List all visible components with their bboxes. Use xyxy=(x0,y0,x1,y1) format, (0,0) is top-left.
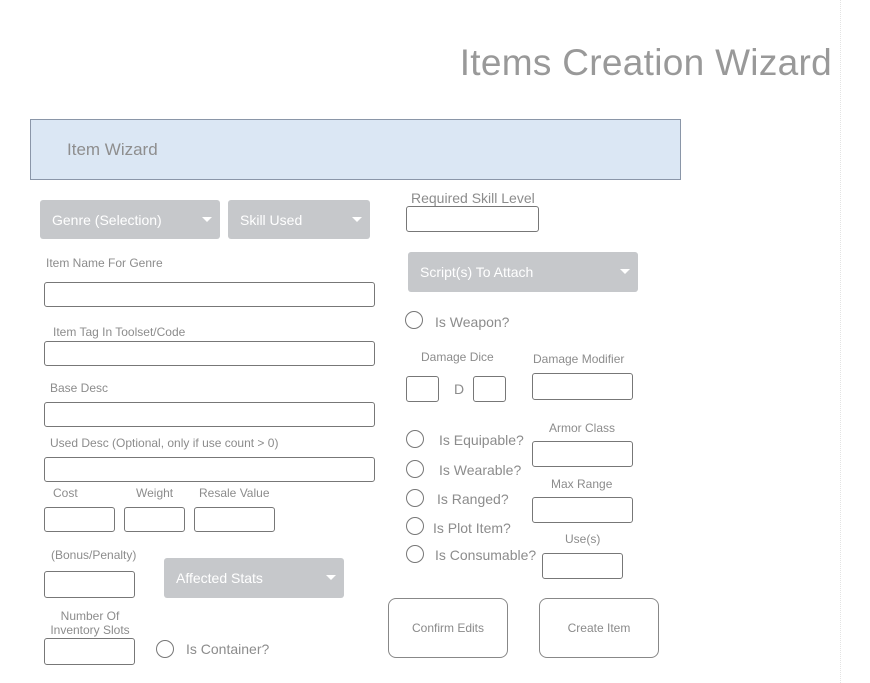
scripts-dropdown[interactable]: Script(s) To Attach xyxy=(408,252,638,292)
chevron-down-icon xyxy=(620,269,630,274)
is-equipable-label: Is Equipable? xyxy=(439,432,524,448)
inventory-slots-field[interactable] xyxy=(44,638,135,665)
used-desc-field[interactable] xyxy=(44,457,375,482)
chevron-down-icon xyxy=(352,217,362,222)
damage-modifier-field[interactable] xyxy=(532,373,633,400)
skill-used-dropdown[interactable]: Skill Used xyxy=(228,200,370,239)
cost-label: Cost xyxy=(53,486,78,500)
inventory-slots-label: Number Of Inventory Slots xyxy=(50,609,130,637)
is-consumable-radio[interactable] xyxy=(406,545,424,563)
base-desc-field[interactable] xyxy=(44,402,375,427)
base-desc-label: Base Desc xyxy=(50,381,109,395)
is-plot-item-radio[interactable] xyxy=(406,517,424,535)
is-weapon-radio[interactable] xyxy=(405,311,423,329)
banner-title: Item Wizard xyxy=(67,140,158,159)
bonus-penalty-field[interactable] xyxy=(44,571,135,598)
genre-dropdown[interactable]: Genre (Selection) xyxy=(40,200,220,239)
chevron-down-icon xyxy=(202,217,212,222)
armor-class-field[interactable] xyxy=(532,441,633,467)
damage-dice-count-field[interactable] xyxy=(406,376,439,402)
is-container-radio[interactable] xyxy=(156,640,174,658)
affected-stats-dropdown-label: Affected Stats xyxy=(176,570,263,586)
is-ranged-radio[interactable] xyxy=(406,489,424,507)
wizard-banner: Item Wizard xyxy=(30,119,681,180)
is-ranged-label: Is Ranged? xyxy=(437,491,509,507)
uses-label: Use(s) xyxy=(565,532,601,546)
item-tag-label: Item Tag In Toolset/Code xyxy=(53,325,186,339)
item-name-label: Item Name For Genre xyxy=(46,256,163,270)
max-range-label: Max Range xyxy=(551,477,613,491)
required-skill-field[interactable] xyxy=(406,206,539,232)
is-container-label: Is Container? xyxy=(186,641,270,657)
resale-value-label: Resale Value xyxy=(199,486,270,500)
weight-label: Weight xyxy=(136,486,174,500)
affected-stats-dropdown[interactable]: Affected Stats xyxy=(164,558,344,598)
weight-field[interactable] xyxy=(124,507,185,532)
page-edge-divider xyxy=(840,0,841,683)
page-title: Items Creation Wizard xyxy=(459,42,832,83)
is-plot-item-label: Is Plot Item? xyxy=(433,520,511,536)
create-item-button[interactable]: Create Item xyxy=(539,598,659,658)
is-wearable-label: Is Wearable? xyxy=(439,462,522,478)
damage-dice-sides-field[interactable] xyxy=(473,376,506,402)
is-consumable-label: Is Consumable? xyxy=(435,547,537,563)
chevron-down-icon xyxy=(326,575,336,580)
required-skill-label: Required Skill Level xyxy=(411,190,535,206)
damage-dice-label: Damage Dice xyxy=(421,350,494,364)
is-equipable-radio[interactable] xyxy=(406,430,424,448)
max-range-field[interactable] xyxy=(532,497,633,523)
dice-separator: D xyxy=(454,381,465,397)
resale-value-field[interactable] xyxy=(194,507,275,532)
damage-modifier-label: Damage Modifier xyxy=(533,352,625,366)
uses-field[interactable] xyxy=(542,553,623,579)
item-tag-field[interactable] xyxy=(44,341,375,366)
genre-dropdown-label: Genre (Selection) xyxy=(52,212,162,228)
confirm-edits-button[interactable]: Confirm Edits xyxy=(388,598,508,658)
is-weapon-label: Is Weapon? xyxy=(435,314,510,330)
is-wearable-radio[interactable] xyxy=(406,460,424,478)
item-name-field[interactable] xyxy=(44,282,375,307)
used-desc-label: Used Desc (Optional, only if use count >… xyxy=(50,436,279,450)
cost-field[interactable] xyxy=(44,507,115,532)
skill-used-dropdown-label: Skill Used xyxy=(240,212,303,228)
armor-class-label: Armor Class xyxy=(549,421,616,435)
bonus-penalty-label: (Bonus/Penalty) xyxy=(51,548,137,562)
scripts-dropdown-label: Script(s) To Attach xyxy=(420,264,534,280)
